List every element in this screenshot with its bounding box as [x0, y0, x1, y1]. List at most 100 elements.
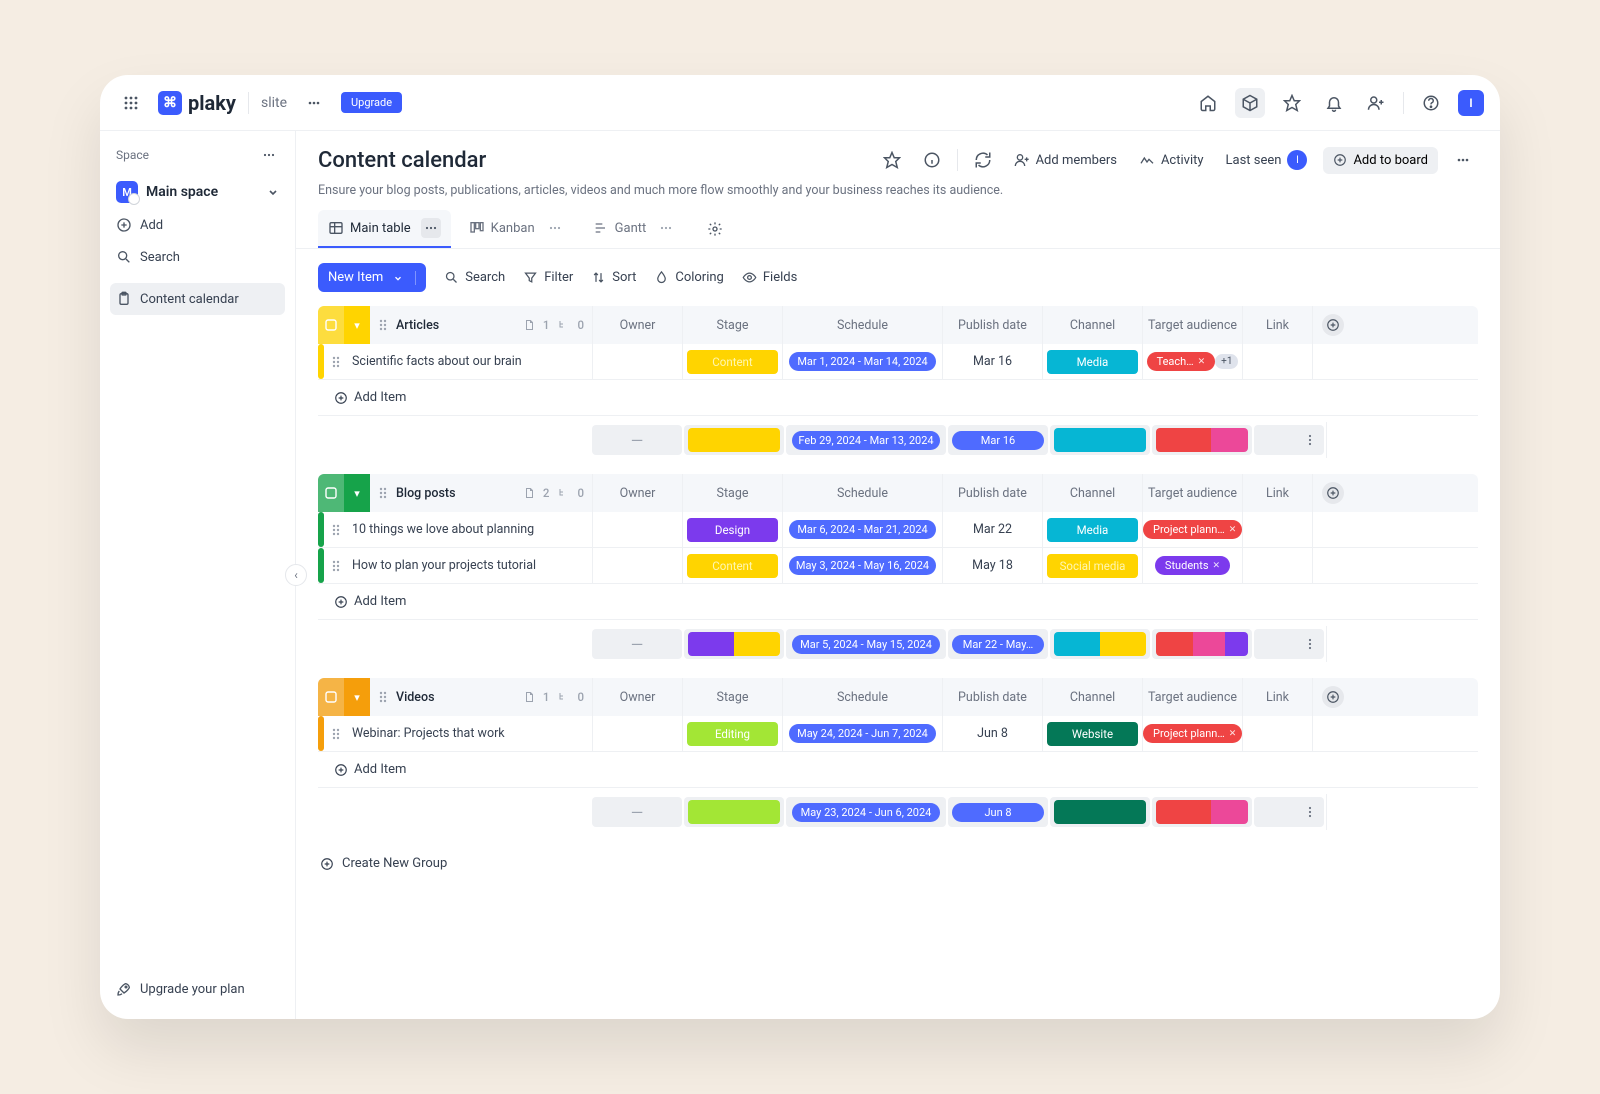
drag-handle-icon[interactable]	[324, 344, 348, 379]
add-item-button[interactable]: Add Item	[324, 390, 406, 405]
user-avatar[interactable]: I	[1458, 90, 1484, 116]
view-tab-more-icon[interactable]	[545, 218, 565, 238]
table-row[interactable]: 10 things we love about planning Design …	[318, 512, 1478, 548]
summary-more[interactable]	[1254, 629, 1324, 659]
cell-publish[interactable]: Mar 16	[942, 344, 1042, 379]
cell-schedule[interactable]: May 24, 2024 - Jun 7, 2024	[782, 716, 942, 751]
new-item-button[interactable]: New Item	[318, 263, 426, 292]
home-icon[interactable]	[1193, 88, 1223, 118]
tool-coloring[interactable]: Coloring	[654, 270, 724, 285]
cell-owner[interactable]	[592, 548, 682, 583]
more-icon[interactable]	[299, 88, 329, 118]
favorite-star-icon[interactable]	[877, 145, 907, 175]
view-tab-gantt[interactable]: Gantt	[583, 210, 687, 248]
cell-owner[interactable]	[592, 344, 682, 379]
sidebar-add[interactable]: Add	[110, 209, 285, 241]
add-column-button[interactable]	[1322, 482, 1344, 504]
tool-search[interactable]: Search	[444, 270, 505, 285]
more-icon[interactable]	[1448, 145, 1478, 175]
board-title[interactable]: Content calendar	[318, 148, 486, 173]
add-item-button[interactable]: Add Item	[324, 762, 406, 777]
space-selector[interactable]: M Main space	[110, 175, 285, 209]
cell-target[interactable]: Students	[1142, 548, 1242, 583]
more-icon[interactable]	[259, 145, 279, 165]
drag-handle-icon[interactable]	[378, 486, 388, 500]
add-item-button[interactable]: Add Item	[324, 594, 406, 609]
help-icon[interactable]	[1416, 88, 1446, 118]
cell-channel[interactable]: Media	[1042, 512, 1142, 547]
group-select-checkbox[interactable]	[318, 678, 344, 716]
create-new-group[interactable]: Create New Group	[318, 846, 1478, 881]
cell-target[interactable]: Project plann…	[1142, 512, 1242, 547]
cell-stage[interactable]: Content	[682, 344, 782, 379]
view-tab-more-icon[interactable]	[656, 218, 676, 238]
cell-owner[interactable]	[592, 512, 682, 547]
add-to-board-button[interactable]: Add to board	[1323, 147, 1438, 174]
group-name[interactable]: Videos 10	[370, 678, 592, 716]
group-select-checkbox[interactable]	[318, 306, 344, 344]
item-name[interactable]: Scientific facts about our brain	[348, 344, 592, 379]
cell-publish[interactable]: Jun 8	[942, 716, 1042, 751]
cell-stage[interactable]: Editing	[682, 716, 782, 751]
item-name[interactable]: How to plan your projects tutorial	[348, 548, 592, 583]
item-name[interactable]: 10 things we love about planning	[348, 512, 592, 547]
drag-handle-icon[interactable]	[324, 548, 348, 583]
tool-sort[interactable]: Sort	[591, 270, 636, 285]
drag-handle-icon[interactable]	[378, 318, 388, 332]
tool-fields[interactable]: Fields	[742, 270, 797, 285]
group-collapse-toggle[interactable]: ▾	[344, 678, 370, 716]
box-icon[interactable]	[1235, 88, 1265, 118]
table-row[interactable]: Webinar: Projects that work Editing May …	[318, 716, 1478, 752]
drag-handle-icon[interactable]	[324, 512, 348, 547]
invite-icon[interactable]	[1361, 88, 1391, 118]
group-name[interactable]: Articles 10	[370, 306, 592, 344]
info-icon[interactable]	[917, 145, 947, 175]
drag-handle-icon[interactable]	[324, 716, 348, 751]
star-icon[interactable]	[1277, 88, 1307, 118]
view-tab-more-icon[interactable]	[421, 218, 441, 238]
view-settings-icon[interactable]	[700, 214, 730, 244]
automation-icon[interactable]	[968, 145, 998, 175]
item-name[interactable]: Webinar: Projects that work	[348, 716, 592, 751]
summary-more[interactable]	[1254, 425, 1324, 455]
cell-target[interactable]: Teach…+1	[1142, 344, 1242, 379]
group-name[interactable]: Blog posts 20	[370, 474, 592, 512]
upgrade-button[interactable]: Upgrade	[341, 92, 402, 113]
cell-channel[interactable]: Website	[1042, 716, 1142, 751]
cell-link[interactable]	[1242, 344, 1312, 379]
workspace-name[interactable]: slite	[261, 95, 287, 111]
sidebar-collapse[interactable]: ‹	[285, 564, 307, 586]
cell-channel[interactable]: Media	[1042, 344, 1142, 379]
upgrade-plan[interactable]: Upgrade your plan	[110, 973, 285, 1005]
group-select-checkbox[interactable]	[318, 474, 344, 512]
cell-publish[interactable]: May 18	[942, 548, 1042, 583]
activity-button[interactable]: Activity	[1133, 148, 1210, 172]
cell-channel[interactable]: Social media	[1042, 548, 1142, 583]
sidebar-search[interactable]: Search	[110, 241, 285, 273]
cell-owner[interactable]	[592, 716, 682, 751]
add-column-button[interactable]	[1322, 686, 1344, 708]
cell-link[interactable]	[1242, 548, 1312, 583]
add-column-button[interactable]	[1322, 314, 1344, 336]
cell-schedule[interactable]: Mar 1, 2024 - Mar 14, 2024	[782, 344, 942, 379]
group-collapse-toggle[interactable]: ▾	[344, 474, 370, 512]
sidebar-board-item[interactable]: Content calendar	[110, 283, 285, 315]
add-members-button[interactable]: Add members	[1008, 148, 1123, 172]
apps-grid-icon[interactable]	[116, 88, 146, 118]
cell-schedule[interactable]: May 3, 2024 - May 16, 2024	[782, 548, 942, 583]
cell-target[interactable]: Project plann…	[1142, 716, 1242, 751]
group-collapse-toggle[interactable]: ▾	[344, 306, 370, 344]
view-tab-kanban[interactable]: Kanban	[459, 210, 575, 248]
summary-more[interactable]	[1254, 797, 1324, 827]
tool-filter[interactable]: Filter	[523, 270, 573, 285]
cell-publish[interactable]: Mar 22	[942, 512, 1042, 547]
cell-stage[interactable]: Design	[682, 512, 782, 547]
product-logo[interactable]: ⌘ plaky	[158, 91, 236, 115]
view-tab-main-table[interactable]: Main table	[318, 210, 451, 248]
table-row[interactable]: Scientific facts about our brain Content…	[318, 344, 1478, 380]
drag-handle-icon[interactable]	[378, 690, 388, 704]
more-tags-badge[interactable]: +1	[1215, 354, 1238, 369]
cell-link[interactable]	[1242, 512, 1312, 547]
table-row[interactable]: How to plan your projects tutorial Conte…	[318, 548, 1478, 584]
bell-icon[interactable]	[1319, 88, 1349, 118]
